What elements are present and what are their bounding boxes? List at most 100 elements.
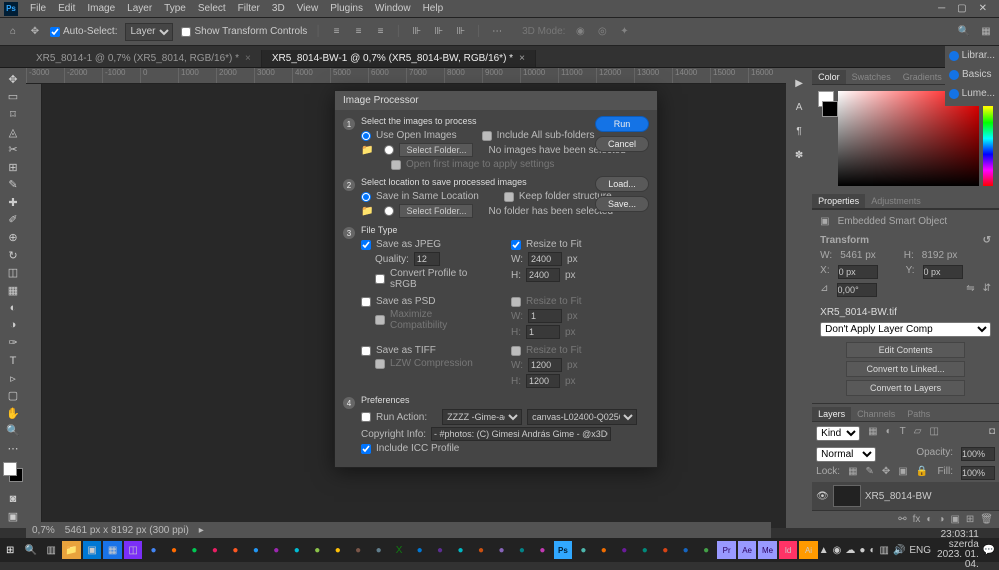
filter-shape-icon[interactable]: ▱ bbox=[914, 426, 922, 441]
dist-icon[interactable]: ⊪ bbox=[410, 25, 424, 39]
move-tool[interactable]: ✥ bbox=[3, 71, 23, 88]
filter-type-icon[interactable]: T bbox=[900, 426, 906, 441]
icc-checkbox[interactable] bbox=[361, 444, 371, 454]
visibility-icon[interactable]: 👁 bbox=[816, 491, 829, 502]
filter-toggle[interactable]: ◘ bbox=[989, 426, 995, 441]
lock-paint-icon[interactable]: ✎ bbox=[866, 466, 874, 480]
taskbar-app[interactable]: ● bbox=[615, 541, 633, 559]
taskbar-app[interactable]: ● bbox=[492, 541, 510, 559]
search-icon[interactable]: 🔍 bbox=[957, 25, 971, 39]
tray-icon[interactable]: 🔊 bbox=[893, 545, 905, 556]
taskbar-app[interactable]: ● bbox=[533, 541, 551, 559]
tray-icon[interactable]: ● bbox=[859, 545, 865, 556]
tab-swatches[interactable]: Swatches bbox=[846, 70, 897, 84]
menu-image[interactable]: Image bbox=[81, 3, 121, 14]
group-icon[interactable]: ▣ bbox=[950, 514, 959, 525]
notifications-icon[interactable]: 💬 bbox=[983, 545, 995, 556]
autoselect-dropdown[interactable]: Layer bbox=[125, 23, 173, 41]
new-layer-icon[interactable]: ⊞ bbox=[966, 514, 974, 525]
taskbar-app[interactable]: ● bbox=[676, 541, 694, 559]
tray-icon[interactable]: ☁ bbox=[845, 545, 855, 556]
tray-lang[interactable]: ENG bbox=[909, 545, 931, 556]
use-open-radio[interactable] bbox=[361, 131, 371, 141]
taskbar-app[interactable]: ● bbox=[513, 541, 531, 559]
glyph-panel-icon[interactable]: ✽ bbox=[790, 146, 808, 164]
link-icon[interactable]: ⚯ bbox=[898, 514, 906, 525]
menu-window[interactable]: Window bbox=[369, 3, 417, 14]
filter-image-icon[interactable]: ▦ bbox=[868, 426, 877, 441]
libraries-tab[interactable]: Librar... bbox=[949, 50, 995, 61]
taskbar-app[interactable]: ● bbox=[410, 541, 428, 559]
shape-tool[interactable]: ▢ bbox=[3, 387, 23, 404]
blur-tool[interactable]: ◐ bbox=[3, 300, 23, 317]
taskbar-app[interactable]: ● bbox=[226, 541, 244, 559]
taskbar-app[interactable]: Pr bbox=[717, 541, 735, 559]
background-color[interactable] bbox=[822, 101, 838, 117]
folder-icon[interactable]: 📁 bbox=[361, 206, 373, 217]
eraser-tool[interactable]: ◫ bbox=[3, 264, 23, 281]
maximize-icon[interactable]: ▢ bbox=[957, 3, 966, 14]
close-tab-icon[interactable]: × bbox=[519, 53, 525, 64]
same-location-radio[interactable] bbox=[361, 192, 371, 202]
tab-properties[interactable]: Properties bbox=[812, 194, 865, 208]
dist-icon3[interactable]: ⊪ bbox=[454, 25, 468, 39]
taskbar-app[interactable]: ● bbox=[206, 541, 224, 559]
align-icon[interactable]: ≡ bbox=[330, 25, 344, 39]
document-tab[interactable]: XR5_8014-1 @ 0,7% (XR5_8014, RGB/16*) *× bbox=[26, 50, 262, 67]
taskbar-app[interactable]: ● bbox=[656, 541, 674, 559]
align-icon3[interactable]: ≡ bbox=[374, 25, 388, 39]
taskbar-app[interactable]: ● bbox=[288, 541, 306, 559]
taskbar-app[interactable]: Ps bbox=[554, 541, 572, 559]
history-brush-tool[interactable]: ↻ bbox=[3, 247, 23, 264]
frame-tool[interactable]: ⊞ bbox=[3, 159, 23, 176]
taskbar-app[interactable]: ● bbox=[144, 541, 162, 559]
tray-icon[interactable]: ▥ bbox=[879, 545, 888, 556]
action-select[interactable]: canvas-L02400-Q02560- (F1F1F bbox=[527, 409, 637, 425]
taskbar-app[interactable]: ▦ bbox=[103, 541, 121, 559]
taskbar-app[interactable]: ● bbox=[165, 541, 183, 559]
tray-icon[interactable]: ▲ bbox=[819, 545, 829, 556]
taskbar-app[interactable]: Ae bbox=[738, 541, 756, 559]
quickmask-tool[interactable]: ◙ bbox=[3, 491, 23, 508]
document-tab[interactable]: XR5_8014-BW-1 @ 0,7% (XR5_8014-BW, RGB/1… bbox=[262, 50, 536, 67]
convert-linked-button[interactable]: Convert to Linked... bbox=[846, 361, 965, 377]
layer-name[interactable]: XR5_8014-BW bbox=[865, 491, 932, 502]
close-icon[interactable]: ✕ bbox=[979, 3, 987, 14]
gradient-tool[interactable]: ▦ bbox=[3, 282, 23, 299]
play-icon[interactable]: ▶ bbox=[790, 74, 808, 92]
flip-h-icon[interactable]: ⇋ bbox=[966, 283, 974, 297]
save-tiff-checkbox[interactable] bbox=[361, 346, 371, 356]
paragraph-panel-icon[interactable]: ¶ bbox=[790, 122, 808, 140]
jpeg-w-input[interactable] bbox=[528, 252, 562, 266]
zoom-level[interactable]: 0,7% bbox=[32, 525, 55, 536]
mask-icon[interactable]: ◐ bbox=[926, 514, 932, 525]
menu-3d[interactable]: 3D bbox=[266, 3, 291, 14]
taskbar-app[interactable]: ● bbox=[574, 541, 592, 559]
heal-tool[interactable]: ✚ bbox=[3, 194, 23, 211]
doc-dimensions[interactable]: 5461 px x 8192 px (300 ppi) bbox=[65, 525, 189, 536]
type-panel-icon[interactable]: A bbox=[790, 98, 808, 116]
filter-adjust-icon[interactable]: ◐ bbox=[886, 426, 892, 441]
fill-input[interactable] bbox=[961, 466, 995, 480]
lock-all-icon[interactable]: 🔒 bbox=[916, 466, 928, 480]
type-tool[interactable]: T bbox=[3, 352, 23, 369]
taskbar-app[interactable]: ● bbox=[369, 541, 387, 559]
tab-adjustments[interactable]: Adjustments bbox=[865, 194, 927, 208]
taskbar-app[interactable]: ● bbox=[431, 541, 449, 559]
menu-select[interactable]: Select bbox=[192, 3, 232, 14]
taskbar-app[interactable]: ● bbox=[451, 541, 469, 559]
lock-nest-icon[interactable]: ▣ bbox=[898, 466, 907, 480]
screenmode-tool[interactable]: ▣ bbox=[3, 508, 23, 525]
lock-trans-icon[interactable]: ▦ bbox=[848, 466, 857, 480]
search-button[interactable]: 🔍 bbox=[21, 541, 39, 559]
menu-type[interactable]: Type bbox=[158, 3, 192, 14]
taskbar-app[interactable]: ▣ bbox=[83, 541, 101, 559]
taskbar-app[interactable]: ● bbox=[472, 541, 490, 559]
taskbar-app[interactable]: 📁 bbox=[62, 541, 80, 559]
more-icon[interactable]: ⋯ bbox=[490, 25, 504, 39]
menu-view[interactable]: View bbox=[291, 3, 325, 14]
tray-icon[interactable]: ◐ bbox=[869, 545, 875, 556]
marquee-tool[interactable]: ▭ bbox=[3, 89, 23, 106]
jpeg-h-input[interactable] bbox=[526, 268, 560, 282]
convert-layers-button[interactable]: Convert to Layers bbox=[846, 380, 965, 396]
